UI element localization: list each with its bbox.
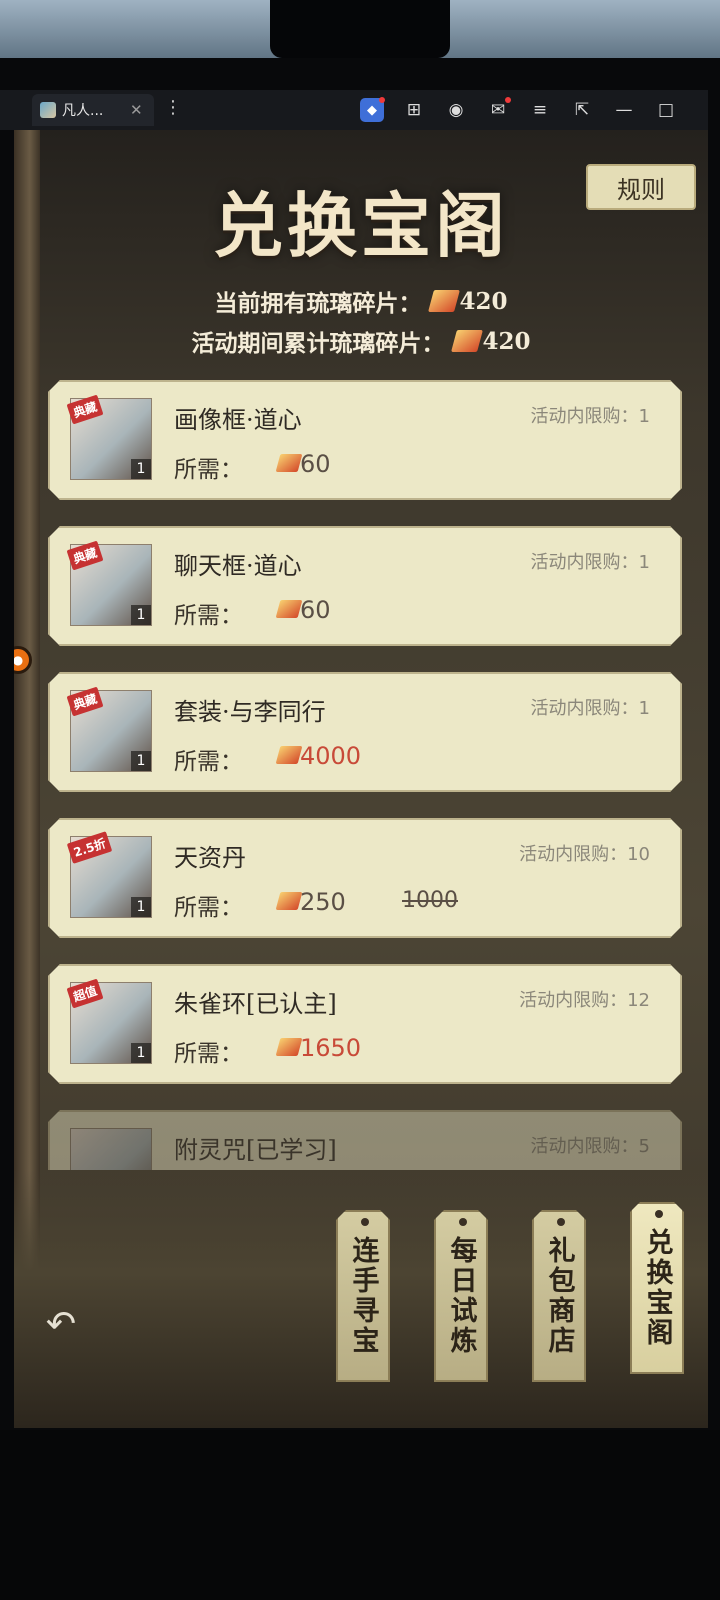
owned-shards-label: 当前拥有琉璃碎片： xyxy=(214,290,422,317)
close-icon[interactable]: ✕ xyxy=(130,101,143,119)
item-count: 1 xyxy=(131,459,151,479)
item-card[interactable]: 超值 1 朱雀环[已认主] 活动内限购：12 所需： 1650 xyxy=(48,964,682,1084)
item-price: 1650 xyxy=(300,1034,362,1062)
item-price: 250 xyxy=(300,888,346,916)
item-price: 60 xyxy=(300,450,331,478)
profile-icon[interactable]: ◉ xyxy=(444,98,468,122)
item-name: 画像框·道心 xyxy=(174,406,302,434)
item-count: 1 xyxy=(131,897,151,917)
owned-shards: 当前拥有琉璃碎片： 420 xyxy=(14,284,708,318)
item-card[interactable]: 附灵咒[已学习] 活动内限购：5 xyxy=(48,1110,682,1170)
shard-icon xyxy=(451,330,484,352)
item-name: 套装·与李同行 xyxy=(174,698,326,726)
item-original-price: 1000 xyxy=(402,888,458,913)
notification-dot-icon xyxy=(505,97,511,103)
item-price: 4000 xyxy=(300,742,362,770)
item-price-label: 所需： xyxy=(174,749,243,775)
portrait-frame-item-icon: 典藏 1 xyxy=(66,394,152,480)
tag-hole-icon xyxy=(459,1218,467,1226)
nav-tag-label: 每日试炼 xyxy=(445,1236,477,1356)
browser-toolbar: ◆ ⊞ ◉ ✉ ≡ ⇱ — □ xyxy=(360,97,678,122)
item-limit: 活动内限购：10 xyxy=(519,844,650,865)
item-name: 天资丹 xyxy=(174,844,246,872)
item-card[interactable]: 典藏 1 画像框·道心 活动内限购：1 所需： 60 xyxy=(48,380,682,500)
item-name: 附灵咒[已学习] xyxy=(174,1136,337,1164)
camera-notch xyxy=(270,0,450,58)
more-icon[interactable]: ⋮ xyxy=(164,98,182,118)
item-badge: 2.5折 xyxy=(66,831,113,864)
tag-hole-icon xyxy=(361,1218,369,1226)
back-arrow-icon[interactable]: ↶ xyxy=(38,1304,84,1345)
tab-title: 凡人... xyxy=(62,103,104,119)
item-price-label: 所需： xyxy=(174,603,243,629)
item-limit: 活动内限购：12 xyxy=(519,990,650,1011)
item-badge: 典藏 xyxy=(66,394,104,425)
browser-tab[interactable]: 凡人... ✕ xyxy=(32,94,154,126)
game-viewport: ● 兑换宝阁 规则 当前拥有琉璃碎片： 420 活动期间累计琉璃碎片： 420 … xyxy=(14,130,708,1428)
item-name: 朱雀环[已认主] xyxy=(174,990,337,1018)
item-badge: 超值 xyxy=(66,978,104,1009)
app-icon[interactable]: ◆ xyxy=(360,97,385,122)
accumulated-shards: 活动期间累计琉璃碎片： 420 xyxy=(14,324,708,358)
accumulated-shards-value: 420 xyxy=(482,327,531,355)
owned-shards-value: 420 xyxy=(459,287,508,315)
item-count: 1 xyxy=(131,605,151,625)
costume-item-icon: 典藏 1 xyxy=(66,686,152,772)
item-limit: 活动内限购：5 xyxy=(530,1136,650,1157)
shard-icon xyxy=(275,600,303,618)
nav-tag-daily-trial[interactable]: 每日试炼 xyxy=(434,1210,488,1382)
nav-tag-exchange-pavilion[interactable]: 兑换宝阁 xyxy=(630,1202,684,1374)
item-card[interactable]: 2.5折 1 天资丹 活动内限购：10 所需： 250 1000 xyxy=(48,818,682,938)
item-count: 1 xyxy=(131,751,151,771)
shard-icon xyxy=(428,290,461,312)
menu-icon[interactable]: ≡ xyxy=(528,98,552,122)
nav-tag-label: 连手寻宝 xyxy=(347,1236,379,1356)
nav-tag-label: 兑换宝阁 xyxy=(641,1228,673,1348)
ring-item-icon: 超值 1 xyxy=(66,978,152,1064)
item-limit: 活动内限购：1 xyxy=(530,552,650,573)
chat-frame-item-icon: 典藏 1 xyxy=(66,540,152,626)
shard-icon xyxy=(275,892,303,910)
item-limit: 活动内限购：1 xyxy=(530,406,650,427)
item-count: 1 xyxy=(131,1043,151,1063)
tag-hole-icon xyxy=(655,1210,663,1218)
nav-tag-team-treasure[interactable]: 连手寻宝 xyxy=(336,1210,390,1382)
rules-button[interactable]: 规则 xyxy=(586,164,696,210)
mail-icon[interactable]: ✉ xyxy=(486,97,511,122)
scroll-item-icon xyxy=(70,1128,152,1170)
item-card[interactable]: 典藏 1 套装·与李同行 活动内限购：1 所需： 4000 xyxy=(48,672,682,792)
notification-dot-icon xyxy=(379,97,385,103)
shard-icon xyxy=(275,1038,303,1056)
nav-tag-gift-shop[interactable]: 礼包商店 xyxy=(532,1210,586,1382)
pill-item-icon: 2.5折 1 xyxy=(66,831,152,918)
accumulated-shards-label: 活动期间累计琉璃碎片： xyxy=(191,330,445,357)
item-price-label: 所需： xyxy=(174,895,243,921)
item-badge: 典藏 xyxy=(66,686,104,717)
tag-hole-icon xyxy=(557,1218,565,1226)
item-limit: 活动内限购：1 xyxy=(530,698,650,719)
item-name: 聊天框·道心 xyxy=(174,552,302,580)
item-price-label: 所需： xyxy=(174,457,243,483)
screen-bottom-bezel xyxy=(0,1430,720,1600)
shard-icon xyxy=(275,746,303,764)
popout-icon[interactable]: ⇱ xyxy=(570,98,594,122)
maximize-icon[interactable]: □ xyxy=(654,98,678,122)
shard-icon xyxy=(275,454,303,472)
browser-bar: 凡人... ✕ ⋮ ◆ ⊞ ◉ ✉ ≡ ⇱ — □ xyxy=(0,90,708,130)
minimize-icon[interactable]: — xyxy=(612,98,636,122)
nav-tag-label: 礼包商店 xyxy=(543,1236,575,1356)
item-badge: 典藏 xyxy=(66,540,104,571)
gamepad-icon[interactable]: ⊞ xyxy=(402,98,426,122)
exchange-item-list[interactable]: 典藏 1 画像框·道心 活动内限购：1 所需： 60 典藏 1 聊天框·道心 活… xyxy=(14,380,708,1170)
item-price: 60 xyxy=(300,596,331,624)
item-price-label: 所需： xyxy=(174,1041,243,1067)
item-card[interactable]: 典藏 1 聊天框·道心 活动内限购：1 所需： 60 xyxy=(48,526,682,646)
game-favicon-icon xyxy=(40,102,56,118)
